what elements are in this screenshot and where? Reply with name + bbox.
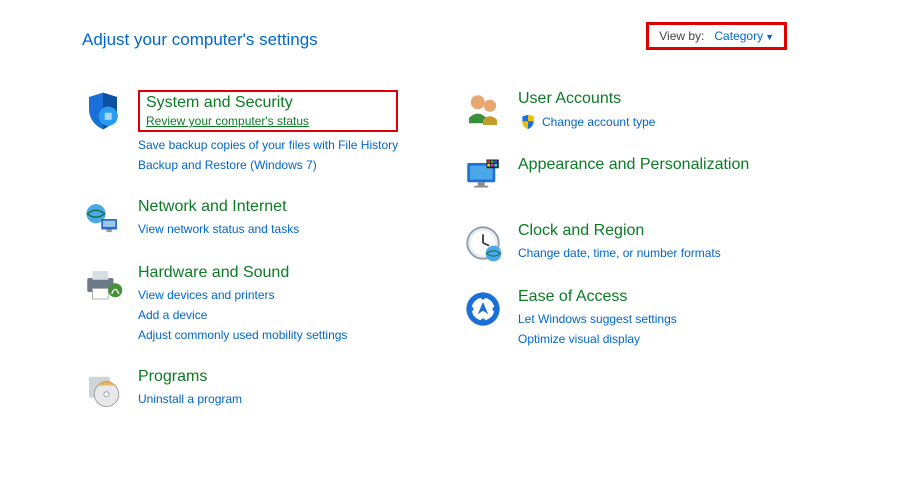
highlight-system-security: System and Security Review your computer… (138, 90, 398, 132)
ease-of-access-icon (462, 288, 504, 330)
category-network: Network and Internet View network status… (82, 198, 422, 240)
link-uninstall[interactable]: Uninstall a program (138, 390, 242, 408)
viewby-value[interactable]: Category▼ (714, 29, 774, 43)
link-suggest-settings[interactable]: Let Windows suggest settings (518, 310, 677, 328)
link-backup-restore[interactable]: Backup and Restore (Windows 7) (138, 156, 398, 174)
category-system-security: System and Security Review your computer… (82, 90, 422, 174)
link-clock[interactable]: Clock and Region (518, 222, 721, 240)
link-date-formats[interactable]: Change date, time, or number formats (518, 244, 721, 262)
category-programs: Programs Uninstall a program (82, 368, 422, 410)
link-user-accounts[interactable]: User Accounts (518, 90, 655, 108)
category-hardware: Hardware and Sound View devices and prin… (82, 264, 422, 344)
link-file-history[interactable]: Save backup copies of your files with Fi… (138, 136, 398, 154)
link-devices-printers[interactable]: View devices and printers (138, 286, 347, 304)
category-user-accounts: User Accounts Change account type (462, 90, 802, 132)
printer-icon (82, 264, 124, 306)
chevron-down-icon: ▼ (765, 32, 774, 42)
link-change-account-type[interactable]: Change account type (542, 113, 655, 131)
link-system-security[interactable]: System and Security (146, 94, 390, 112)
link-optimize-display[interactable]: Optimize visual display (518, 330, 677, 348)
link-appearance[interactable]: Appearance and Personalization (518, 156, 749, 174)
link-add-device[interactable]: Add a device (138, 306, 347, 324)
users-icon (462, 90, 504, 132)
viewby-label: View by: (659, 29, 704, 43)
uac-shield-icon (518, 112, 538, 132)
category-ease: Ease of Access Let Windows suggest setti… (462, 288, 802, 348)
link-mobility[interactable]: Adjust commonly used mobility settings (138, 326, 347, 344)
link-network[interactable]: Network and Internet (138, 198, 299, 216)
clock-globe-icon (462, 222, 504, 264)
link-ease[interactable]: Ease of Access (518, 288, 677, 306)
shield-icon (82, 90, 124, 132)
viewby-selector[interactable]: View by: Category▼ (646, 22, 787, 50)
link-hardware[interactable]: Hardware and Sound (138, 264, 347, 282)
link-programs[interactable]: Programs (138, 368, 242, 386)
link-network-status[interactable]: View network status and tasks (138, 220, 299, 238)
link-review-status[interactable]: Review your computer's status (146, 114, 390, 128)
disc-icon (82, 368, 124, 410)
category-appearance: Appearance and Personalization (462, 156, 802, 198)
monitor-icon (462, 156, 504, 198)
category-clock: Clock and Region Change date, time, or n… (462, 222, 802, 264)
network-icon (82, 198, 124, 240)
